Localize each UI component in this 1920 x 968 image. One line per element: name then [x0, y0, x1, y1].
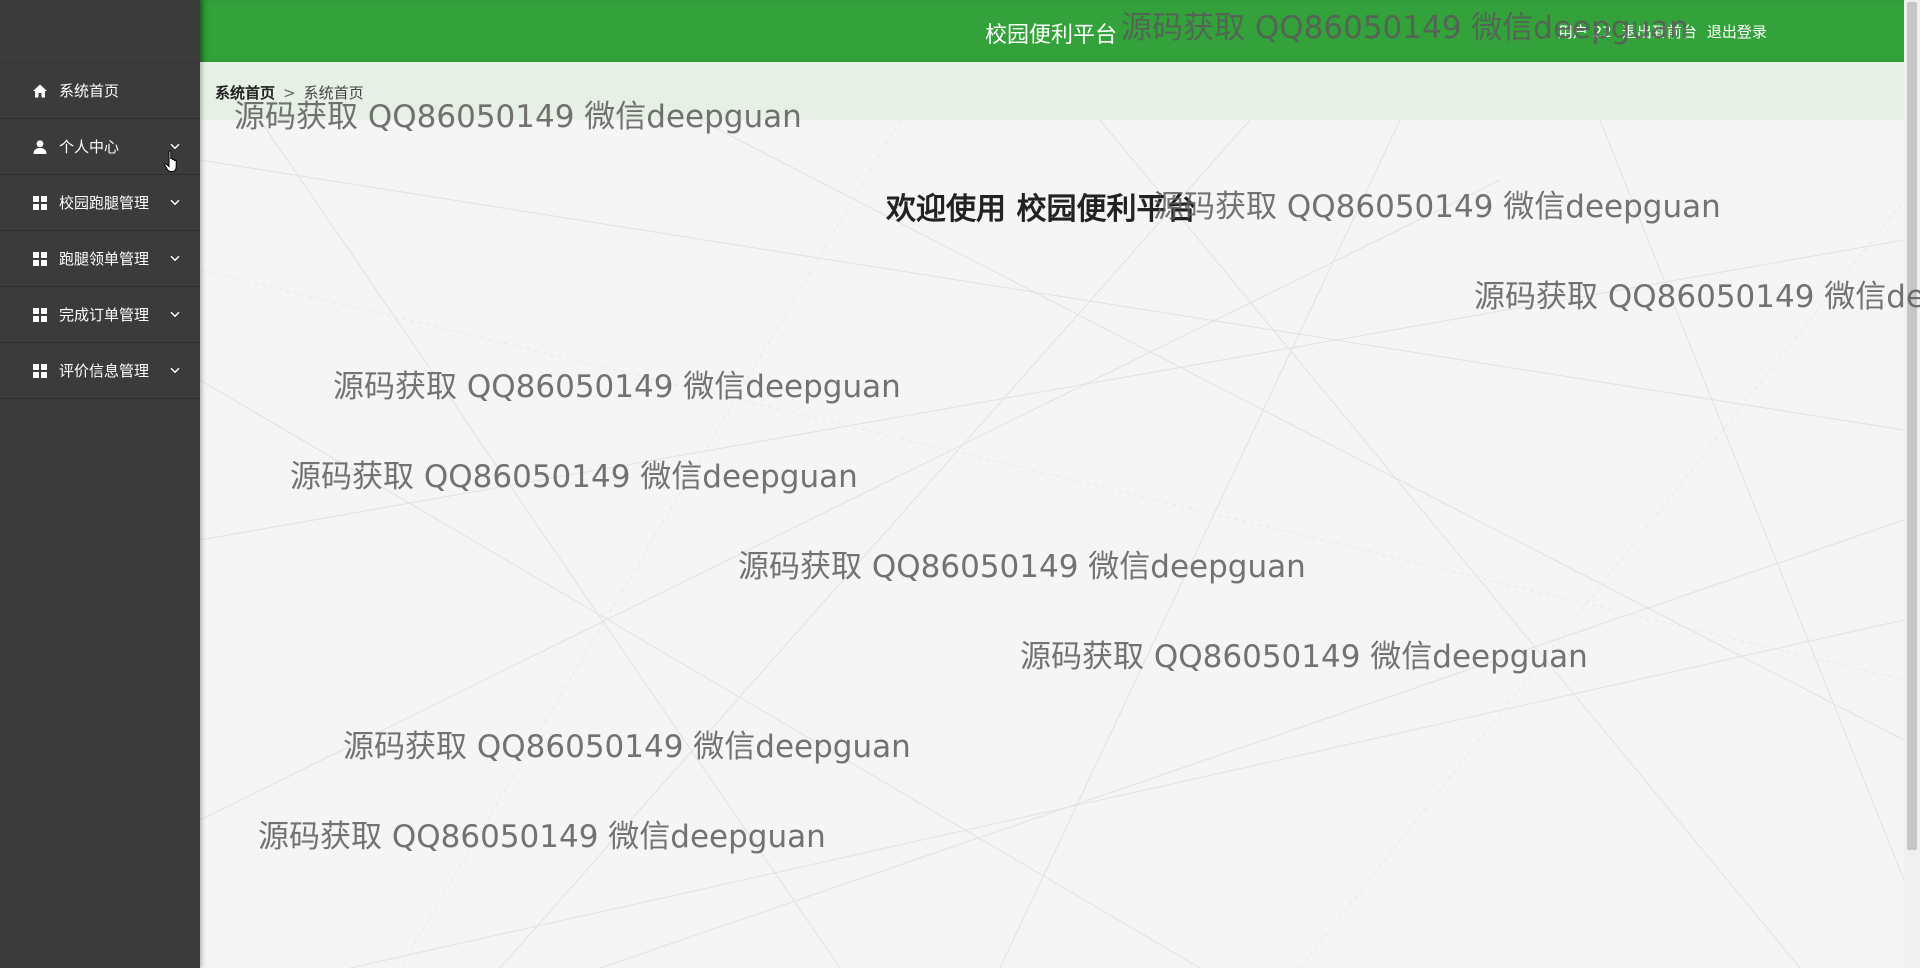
- chevron-down-icon[interactable]: [170, 366, 180, 374]
- sidebar-item-label: 评价信息管理: [59, 362, 150, 380]
- home-icon: [31, 82, 49, 100]
- sidebar-item-label: 校园跑腿管理: [59, 194, 150, 212]
- main-content: 欢迎使用 校园便利平台: [200, 120, 1904, 968]
- app-title: 校园便利平台: [985, 23, 1118, 48]
- sidebar-item-label: 完成订单管理: [59, 306, 150, 324]
- sidebar-item-order-pickup-management[interactable]: 跑腿领单管理: [0, 231, 200, 287]
- logout-link[interactable]: 退出登录: [1707, 21, 1767, 42]
- sidebar-item-review-management[interactable]: 评价信息管理: [0, 343, 200, 399]
- current-user-label: 用户 22: [1558, 23, 1612, 41]
- breadcrumb-separator: >: [283, 84, 296, 102]
- sidebar-item-errand-management[interactable]: 校园跑腿管理: [0, 175, 200, 231]
- sidebar-item-completed-order-management[interactable]: 完成订单管理: [0, 287, 200, 343]
- sidebar-item-label: 跑腿领单管理: [59, 250, 150, 268]
- grid-icon: [31, 306, 49, 324]
- vertical-scrollbar[interactable]: [1904, 0, 1920, 968]
- breadcrumb-current: 系统首页: [303, 84, 364, 102]
- background-line-pattern: [200, 120, 1904, 968]
- top-header: 校园便利平台 用户 22 退出到前台 退出登录: [200, 0, 1904, 62]
- chevron-down-icon[interactable]: [170, 198, 180, 206]
- header-user-area: 用户 22 退出到前台 退出登录: [1558, 21, 1767, 42]
- scrollbar-thumb[interactable]: [1907, 2, 1917, 850]
- back-to-frontend-link[interactable]: 退出到前台: [1622, 21, 1697, 42]
- breadcrumb: 系统首页 > 系统首页: [215, 82, 364, 103]
- user-icon: [31, 138, 49, 156]
- sidebar-item-label: 系统首页: [59, 82, 120, 100]
- app-root: 系统首页 个人中心 校园跑腿管理 跑腿领单管理 完成订单管理 评价信息管理 校园…: [0, 0, 1920, 968]
- grid-icon: [31, 194, 49, 212]
- sidebar-item-home[interactable]: 系统首页: [0, 63, 200, 119]
- grid-icon: [31, 250, 49, 268]
- welcome-heading: 欢迎使用 校园便利平台: [886, 192, 1197, 227]
- breadcrumb-bar: 系统首页 > 系统首页: [200, 62, 1904, 120]
- chevron-down-icon[interactable]: [170, 142, 180, 150]
- sidebar: 系统首页 个人中心 校园跑腿管理 跑腿领单管理 完成订单管理 评价信息管理: [0, 0, 200, 968]
- sidebar-item-label: 个人中心: [59, 138, 120, 156]
- chevron-down-icon[interactable]: [170, 254, 180, 262]
- hand-cursor-icon: [164, 150, 177, 172]
- sidebar-logo-area: [0, 0, 200, 63]
- breadcrumb-home-link[interactable]: 系统首页: [215, 84, 275, 102]
- chevron-down-icon[interactable]: [170, 310, 180, 318]
- grid-icon: [31, 362, 49, 380]
